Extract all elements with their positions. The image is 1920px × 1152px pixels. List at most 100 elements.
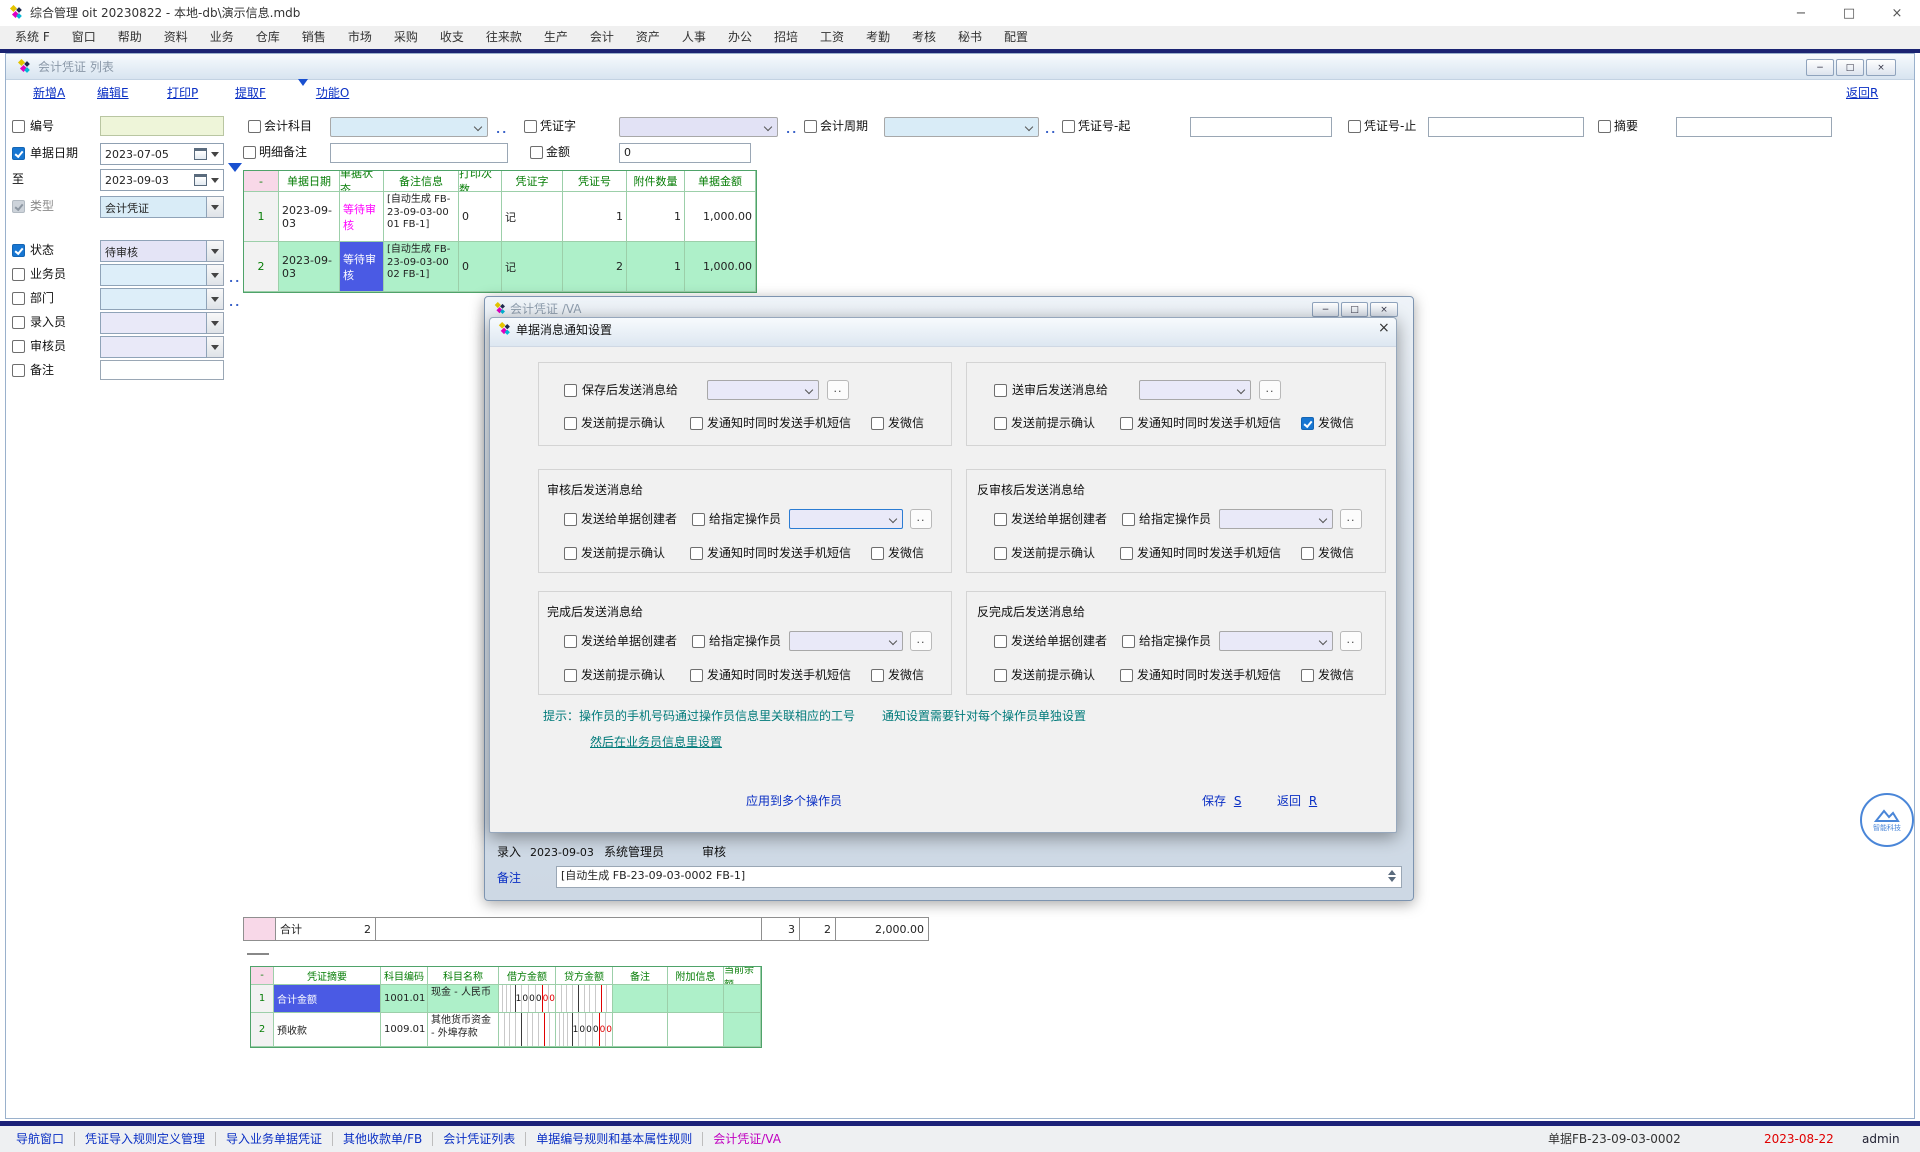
column-header[interactable]: 附件数量 [627, 171, 685, 192]
dropdown-button[interactable] [207, 288, 224, 310]
account-filter-checkbox[interactable] [248, 120, 261, 133]
voucher-word-browse-button[interactable]: .. [786, 123, 798, 136]
after-uncomplete-sms-checkbox[interactable] [1120, 669, 1133, 682]
status-cell[interactable]: 等待审核 [340, 192, 384, 242]
save-button[interactable]: 保存 S [1202, 794, 1241, 809]
dropdown-button[interactable] [207, 336, 224, 358]
after-complete-browse-button[interactable]: .. [910, 631, 932, 651]
after-audit-creator-checkbox[interactable] [564, 513, 577, 526]
column-header[interactable]: 凭证号 [563, 171, 627, 192]
splitter-handle[interactable] [247, 953, 269, 955]
menu-item-sales[interactable]: 销售 [291, 30, 337, 45]
statusbar-item-navigation[interactable]: 导航窗口 [6, 1132, 74, 1147]
balance-cell[interactable] [724, 985, 761, 1013]
after-uncomplete-operator-checkbox[interactable] [1122, 635, 1135, 648]
menu-item-secretary[interactable]: 秘书 [947, 30, 993, 45]
account-name-cell[interactable]: 现金 - 人民币 [428, 985, 499, 1013]
amount-cell[interactable]: 1,000.00 [685, 242, 756, 292]
dialog-close-button[interactable]: × [1378, 321, 1390, 336]
apply-date-arrow-icon[interactable] [228, 172, 242, 186]
column-header[interactable]: 备注 [613, 967, 668, 985]
column-header[interactable]: 单据状态 [340, 171, 384, 192]
after-uncomplete-wechat-checkbox[interactable] [1301, 669, 1314, 682]
column-header[interactable]: 贷方金额 [556, 967, 613, 985]
menu-item-warehouse[interactable]: 仓库 [245, 30, 291, 45]
child-close-button[interactable]: × [1866, 59, 1896, 76]
no-from-filter-checkbox[interactable] [1062, 120, 1075, 133]
period-browse-button[interactable]: .. [1045, 123, 1057, 136]
after-save-browse-button[interactable]: .. [827, 380, 849, 400]
detail-window-maximize-button[interactable]: □ [1341, 302, 1368, 317]
note-scroll-spinner[interactable] [1388, 870, 1396, 882]
dropdown-button[interactable] [207, 240, 224, 262]
statusbar-item-import-rules[interactable]: 凭证导入规则定义管理 [75, 1132, 215, 1147]
row-number-cell[interactable]: 2 [251, 1013, 274, 1047]
after-uncomplete-browse-button[interactable]: .. [1340, 631, 1362, 651]
after-unaudit-confirm-checkbox[interactable] [994, 547, 1007, 560]
dialog-back-button[interactable]: 返回 R [1277, 794, 1317, 809]
statusbar-item-voucher-va-active[interactable]: 会计凭证/VA [703, 1132, 791, 1147]
after-complete-operator-combobox[interactable] [789, 631, 903, 651]
after-audit-operator-combobox[interactable] [789, 509, 903, 529]
statusbar-item-numbering-rules[interactable]: 单据编号规则和基本属性规则 [526, 1132, 702, 1147]
calendar-icon[interactable] [194, 148, 207, 160]
account-name-cell[interactable]: 其他货币资金 - 外埠存款 [428, 1013, 499, 1047]
print-count-cell[interactable]: 0 [459, 242, 502, 292]
extract-button[interactable]: 提取F [235, 86, 266, 101]
no-from-input[interactable] [1190, 117, 1332, 137]
menu-item-assessment[interactable]: 考核 [901, 30, 947, 45]
app-close-button[interactable]: × [1882, 3, 1912, 23]
note-cell[interactable]: [自动生成 FB-23-09-03-0002 FB-1] [384, 242, 459, 292]
dropdown-button[interactable] [207, 196, 224, 218]
dropdown-button[interactable] [207, 264, 224, 286]
credit-amount-cell[interactable]: 100000 [556, 1013, 613, 1047]
dept-browse-button[interactable]: .. [229, 296, 241, 309]
after-save-sms-checkbox[interactable] [690, 417, 703, 430]
after-unaudit-operator-combobox[interactable] [1219, 509, 1333, 529]
attachment-count-cell[interactable]: 1 [627, 192, 685, 242]
status-combobox[interactable]: 待审核 [100, 240, 224, 262]
menu-item-assets[interactable]: 资产 [625, 30, 671, 45]
credit-amount-cell[interactable] [556, 985, 613, 1013]
account-code-cell[interactable]: 1009.01 [381, 1013, 428, 1047]
menu-item-config[interactable]: 配置 [993, 30, 1039, 45]
column-header[interactable]: 单据金额 [685, 171, 756, 192]
note-cell[interactable]: [自动生成 FB-23-09-03-0001 FB-1] [384, 192, 459, 242]
after-unaudit-creator-checkbox[interactable] [994, 513, 1007, 526]
line-note-cell[interactable] [613, 985, 668, 1013]
print-count-cell[interactable]: 0 [459, 192, 502, 242]
auditor-combobox[interactable] [100, 336, 224, 358]
after-submit-sms-checkbox[interactable] [1120, 417, 1133, 430]
menu-item-training[interactable]: 招培 [763, 30, 809, 45]
after-audit-operator-checkbox[interactable] [692, 513, 705, 526]
detail-note-input[interactable] [330, 143, 508, 163]
voucher-word-cell[interactable]: 记 [502, 242, 563, 292]
date-to-input[interactable]: 2023-09-03 [100, 169, 224, 191]
after-audit-wechat-checkbox[interactable] [871, 547, 884, 560]
column-header[interactable]: - [251, 967, 274, 985]
balance-cell[interactable] [724, 1013, 761, 1047]
menu-item-help[interactable]: 帮助 [107, 30, 153, 45]
after-unaudit-operator-checkbox[interactable] [1122, 513, 1135, 526]
summary-cell-selected[interactable]: 合计金额 [274, 985, 381, 1013]
child-minimize-button[interactable]: − [1806, 59, 1834, 76]
column-header[interactable]: 单据日期 [279, 171, 340, 192]
detail-window-close-button[interactable]: × [1370, 302, 1398, 317]
auditor-filter-checkbox[interactable] [12, 340, 25, 353]
account-combobox[interactable] [330, 117, 488, 137]
after-save-recipient-combobox[interactable] [707, 380, 819, 400]
voucher-word-filter-checkbox[interactable] [524, 120, 537, 133]
column-header[interactable]: - [244, 171, 279, 192]
menu-item-office[interactable]: 办公 [717, 30, 763, 45]
amount-input[interactable]: 0 [619, 143, 751, 163]
status-cell-selected[interactable]: 等待审核 [340, 242, 384, 292]
after-unaudit-browse-button[interactable]: .. [1340, 509, 1362, 529]
attachment-count-cell[interactable]: 1 [627, 242, 685, 292]
add-button[interactable]: 新增A [33, 86, 65, 101]
statusbar-item-import-vouchers[interactable]: 导入业务单据凭证 [216, 1132, 332, 1147]
print-button[interactable]: 打印P [167, 86, 198, 101]
amount-filter-checkbox[interactable] [530, 146, 543, 159]
menu-item-market[interactable]: 市场 [337, 30, 383, 45]
account-browse-button[interactable]: .. [496, 123, 508, 136]
account-code-cell[interactable]: 1001.01 [381, 985, 428, 1013]
